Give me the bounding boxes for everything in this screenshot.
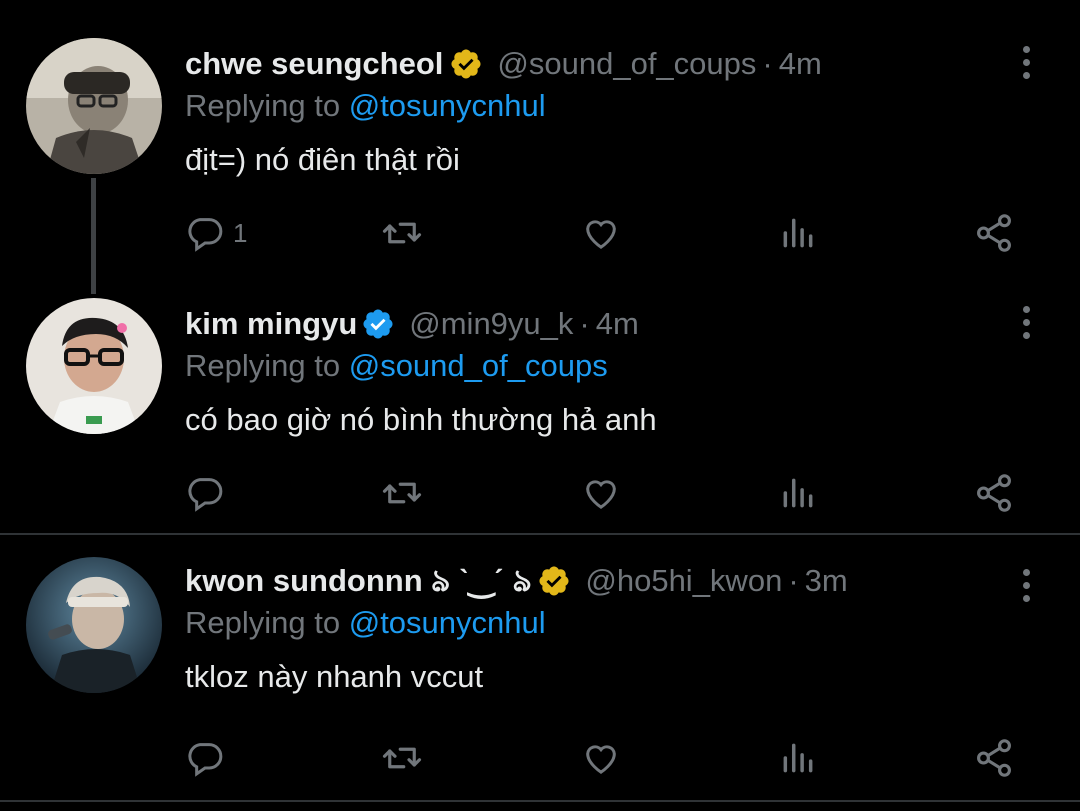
separator-dot: · [762, 46, 773, 81]
share-icon [977, 474, 1011, 512]
action-bar [185, 468, 1025, 518]
views-button[interactable] [779, 468, 817, 518]
retweet-icon [382, 482, 422, 504]
share-icon [977, 214, 1011, 252]
more-icon[interactable] [1014, 40, 1038, 84]
avatar-photo-stage-icon [26, 557, 162, 693]
tweet-text: có bao giờ nó bình thường hả anh [185, 402, 657, 437]
tweet-text: địt=) nó điên thật rồi [185, 142, 460, 177]
tweet-text: tkloz này nhanh vccut [185, 659, 484, 694]
tweet-3[interactable]: kwon sundonnn ঌ ˋ‿ˊ ঌ @ho5hi_kwon · 3m R… [0, 535, 1080, 811]
reply-icon [188, 218, 223, 252]
reply-count: 1 [233, 217, 248, 248]
retweet-button[interactable] [381, 208, 423, 258]
views-icon [783, 218, 813, 248]
verified-badge-icon [449, 47, 483, 81]
timestamp[interactable]: 4m [779, 42, 822, 86]
tweet-header: chwe seungcheol @sound_of_coups · 4m [185, 42, 990, 86]
user-handle[interactable]: @sound_of_coups [497, 42, 756, 86]
like-button[interactable] [581, 208, 621, 258]
verified-badge-icon [361, 307, 395, 341]
replying-to: Replying to @tosunycnhul [185, 84, 990, 128]
views-button[interactable] [779, 733, 817, 783]
reply-icon [188, 478, 223, 512]
tweet-header: kim mingyu @min9yu_k · 4m [185, 302, 990, 346]
replying-to: Replying to @tosunycnhul [185, 601, 990, 645]
replying-prefix: Replying to [185, 88, 341, 123]
like-icon [586, 480, 616, 509]
retweet-icon [382, 222, 422, 244]
mention-link[interactable]: @tosunycnhul [349, 605, 546, 640]
avatar[interactable] [26, 557, 162, 693]
tweet-divider [0, 800, 1080, 802]
tweet-1[interactable]: chwe seungcheol @sound_of_coups · 4m Rep… [0, 0, 1080, 270]
retweet-button[interactable] [381, 468, 423, 518]
share-icon [977, 739, 1011, 777]
avatar[interactable] [26, 298, 162, 434]
reply-icon [188, 743, 223, 777]
timestamp[interactable]: 4m [596, 302, 639, 346]
like-icon [586, 745, 616, 774]
replying-prefix: Replying to [185, 348, 341, 383]
user-handle[interactable]: @ho5hi_kwon [585, 559, 782, 603]
share-button[interactable] [973, 208, 1015, 258]
avatar-photo-glasses-icon [26, 298, 162, 434]
separator-dot: · [788, 563, 799, 598]
like-button[interactable] [581, 468, 621, 518]
display-name[interactable]: chwe seungcheol [185, 42, 443, 86]
action-bar: 1 [185, 208, 1025, 258]
timestamp[interactable]: 3m [805, 559, 848, 603]
reply-button[interactable] [185, 733, 225, 783]
tweet-header: kwon sundonnn ঌ ˋ‿ˊ ঌ @ho5hi_kwon · 3m [185, 559, 990, 603]
like-button[interactable] [581, 733, 621, 783]
more-icon[interactable] [1014, 300, 1038, 344]
retweet-icon [382, 747, 422, 769]
share-button[interactable] [973, 733, 1015, 783]
tweet-2[interactable]: kim mingyu @min9yu_k · 4m Replying to @s… [0, 270, 1080, 532]
avatar-photo-grayscale-icon [26, 38, 162, 174]
views-icon [783, 478, 813, 508]
mention-link[interactable]: @sound_of_coups [349, 348, 608, 383]
action-bar [185, 733, 1025, 783]
more-icon[interactable] [1014, 563, 1038, 607]
reply-button[interactable] [185, 468, 225, 518]
separator-dot: · [579, 306, 590, 341]
views-icon [783, 743, 813, 773]
retweet-button[interactable] [381, 733, 423, 783]
display-name[interactable]: kwon sundonnn ঌ ˋ‿ˊ ঌ [185, 559, 531, 603]
replying-to: Replying to @sound_of_coups [185, 344, 990, 388]
user-handle[interactable]: @min9yu_k [409, 302, 573, 346]
reply-button[interactable]: 1 [185, 208, 247, 258]
like-icon [586, 220, 616, 249]
mention-link[interactable]: @tosunycnhul [349, 88, 546, 123]
views-button[interactable] [779, 208, 817, 258]
verified-badge-icon [537, 564, 571, 598]
replying-prefix: Replying to [185, 605, 341, 640]
display-name[interactable]: kim mingyu [185, 302, 357, 346]
share-button[interactable] [973, 468, 1015, 518]
avatar[interactable] [26, 38, 162, 174]
